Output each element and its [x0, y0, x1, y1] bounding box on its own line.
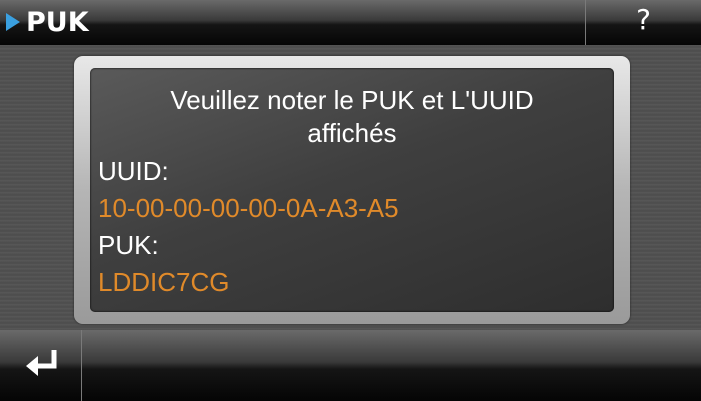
back-button[interactable] [0, 330, 82, 401]
dialog-frame: Veuillez noter le PUK et L'UUID affichés… [74, 56, 630, 324]
play-arrow-icon [6, 13, 20, 31]
uuid-value: 10-00-00-00-00-0A-A3-A5 [98, 193, 399, 223]
help-label: ? [636, 3, 651, 36]
puk-dialog: Veuillez noter le PUK et L'UUID affichés… [90, 68, 614, 312]
dialog-message-line1: Veuillez noter le PUK et L'UUID [170, 85, 534, 115]
bottom-bar [0, 330, 701, 401]
return-arrow-icon [26, 350, 57, 376]
puk-label: PUK: [98, 230, 159, 260]
help-button[interactable]: ? [585, 0, 701, 45]
puk-value: LDDIC7CG [98, 267, 230, 297]
title-bar: PUK ? [0, 0, 701, 45]
uuid-label: UUID: [98, 156, 169, 186]
dialog-message-line2: affichés [307, 118, 397, 148]
page-title: PUK [26, 7, 89, 38]
